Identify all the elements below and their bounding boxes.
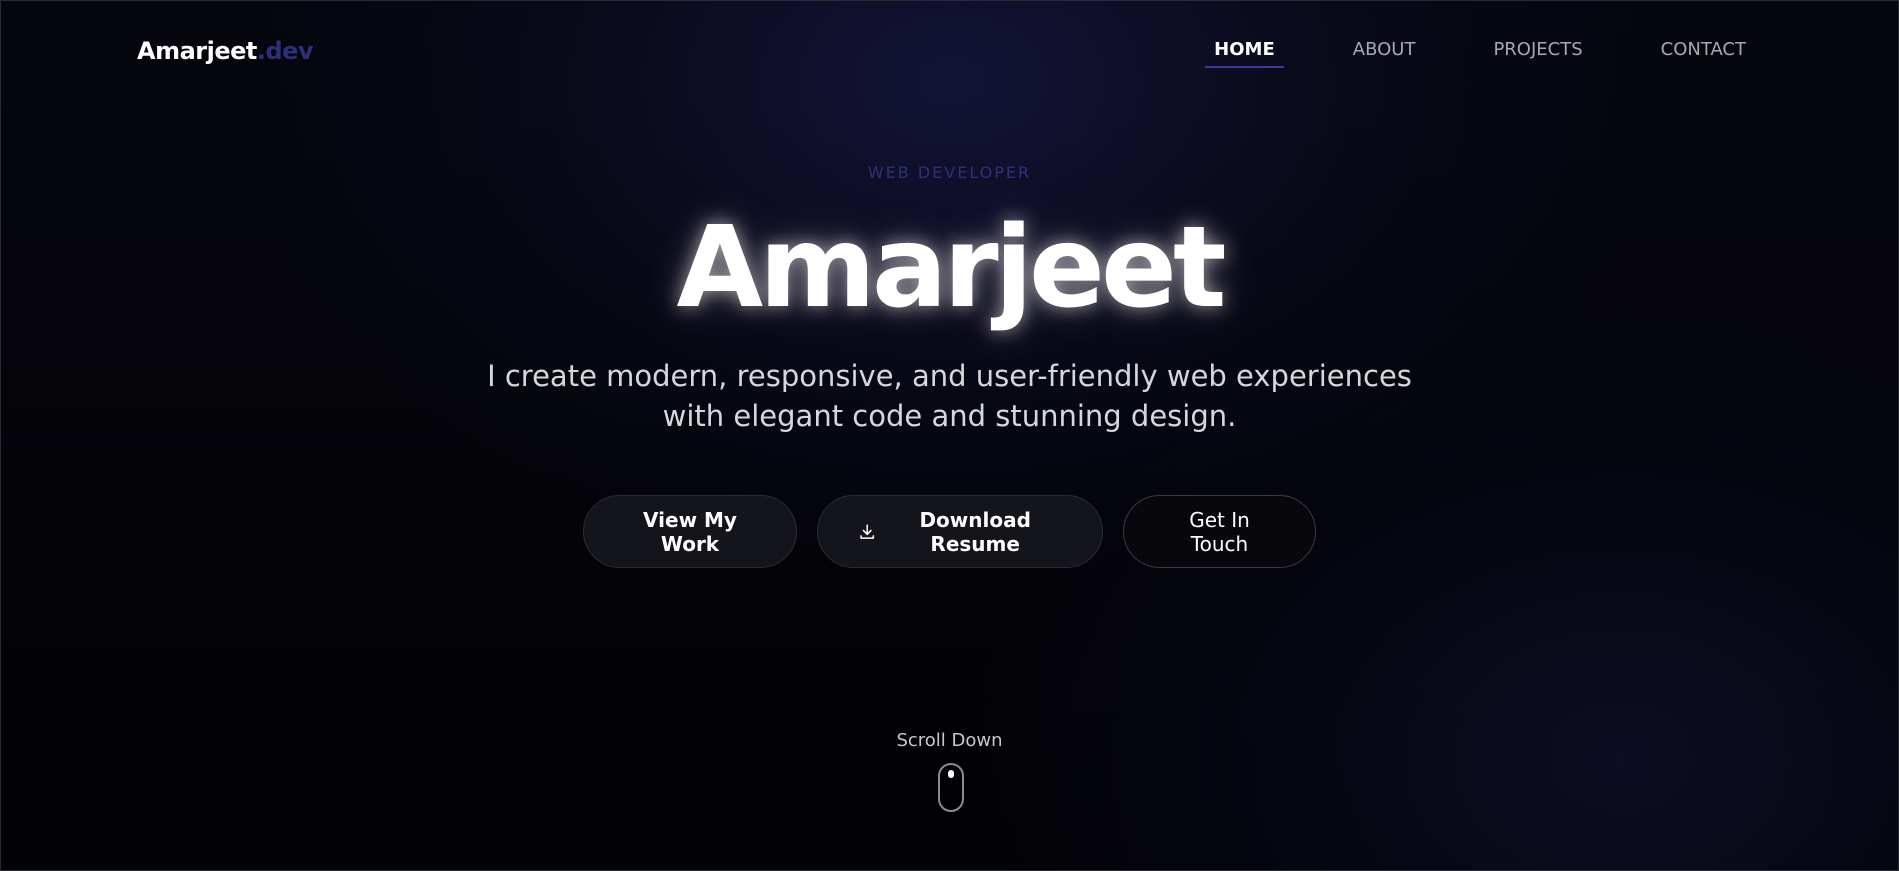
download-resume-label: Download Resume xyxy=(919,507,1031,556)
nav-about[interactable]: ABOUT xyxy=(1344,39,1425,60)
nav-contact[interactable]: CONTACT xyxy=(1652,39,1755,60)
download-resume-button[interactable]: Download Resume xyxy=(817,495,1103,568)
scroll-down-label[interactable]: Scroll Down xyxy=(1,730,1898,751)
nav-home[interactable]: HOME xyxy=(1205,39,1284,68)
site-logo[interactable]: Amarjeet.dev xyxy=(137,37,314,65)
view-work-button[interactable]: View My Work xyxy=(583,495,797,568)
logo-suffix: .dev xyxy=(256,37,314,65)
hero-name: Amarjeet xyxy=(676,203,1226,333)
logo-name: Amarjeet xyxy=(137,37,257,65)
nav-projects[interactable]: PROJECTS xyxy=(1484,39,1591,60)
main-nav: HOME ABOUT PROJECTS CONTACT xyxy=(1145,39,1755,68)
hero-tagline: I create modern, responsive, and user-fr… xyxy=(1,356,1898,436)
hero-buttons: View My Work Download Resume Get In Touc… xyxy=(1,495,1898,568)
hero-role: WEB DEVELOPER xyxy=(867,163,1032,182)
get-in-touch-button[interactable]: Get In Touch xyxy=(1123,495,1316,568)
page: Amarjeet.dev HOME ABOUT PROJECTS CONTACT… xyxy=(0,0,1899,871)
mouse-scroll-icon[interactable] xyxy=(938,763,964,812)
tagline-line-1: I create modern, responsive, and user-fr… xyxy=(487,359,1412,393)
view-work-label: View My Work xyxy=(643,507,737,556)
tagline-line-2: with elegant code and stunning design. xyxy=(662,399,1237,433)
mouse-wheel xyxy=(948,770,954,778)
download-icon xyxy=(860,523,875,539)
get-in-touch-label: Get In Touch xyxy=(1189,507,1250,556)
